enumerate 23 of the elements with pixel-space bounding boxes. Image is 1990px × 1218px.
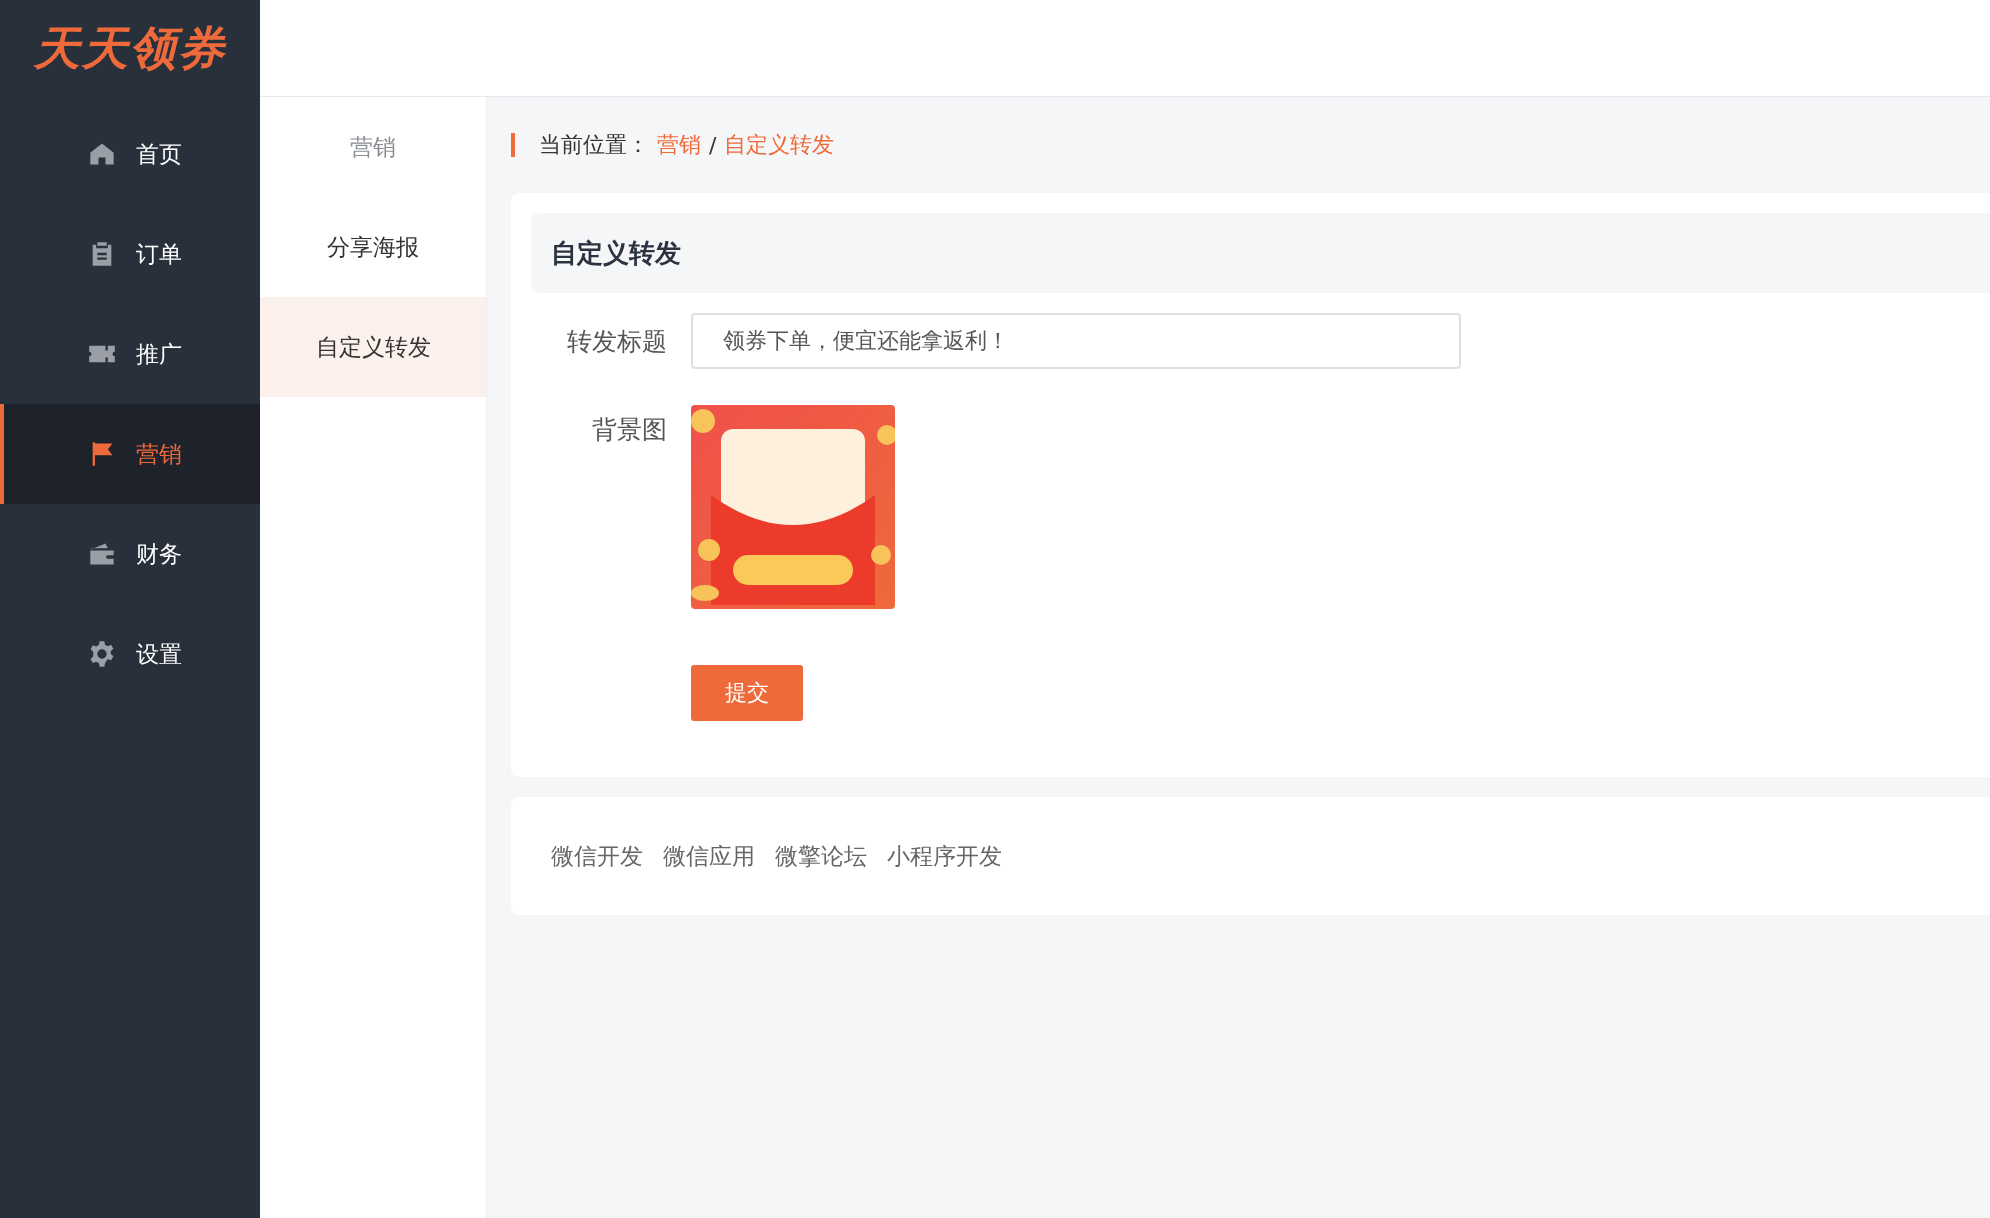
breadcrumb-label: 当前位置： [539, 131, 649, 159]
sidebar-item[interactable]: 财务 [0, 504, 260, 604]
sidebar-item[interactable]: 营销 [0, 404, 260, 504]
footer-link[interactable]: 微擎论坛 [775, 840, 867, 872]
footer-link[interactable]: 微信应用 [663, 840, 755, 872]
title-input[interactable]: 领券下单，便宜还能拿返利！ [691, 313, 1461, 369]
field-label: 背景图 [591, 414, 667, 446]
footer-link[interactable]: 微信开发 [551, 840, 643, 872]
field-label: 转发标题 [566, 325, 667, 358]
section-title: 自定义转发 [551, 236, 681, 270]
sidebar-item[interactable]: 首页 [0, 104, 260, 204]
submenu-item[interactable]: 分享海报 [260, 197, 486, 297]
submenu-item[interactable]: 自定义转发 [260, 297, 486, 397]
sidebar-item[interactable]: 订单 [0, 204, 260, 304]
submenu-title: 营销 [349, 132, 397, 162]
sidebar-item[interactable]: 设置 [0, 604, 260, 704]
footer-link[interactable]: 小程序开发 [887, 840, 1002, 872]
sidebar-item[interactable]: 推广 [0, 304, 260, 404]
accent-bar [511, 133, 515, 157]
logo: 天天领券 [32, 20, 228, 77]
settings-icon [88, 640, 116, 668]
breadcrumb-separator: / [709, 132, 717, 158]
envelope-poster-drawing[interactable] [691, 405, 895, 609]
